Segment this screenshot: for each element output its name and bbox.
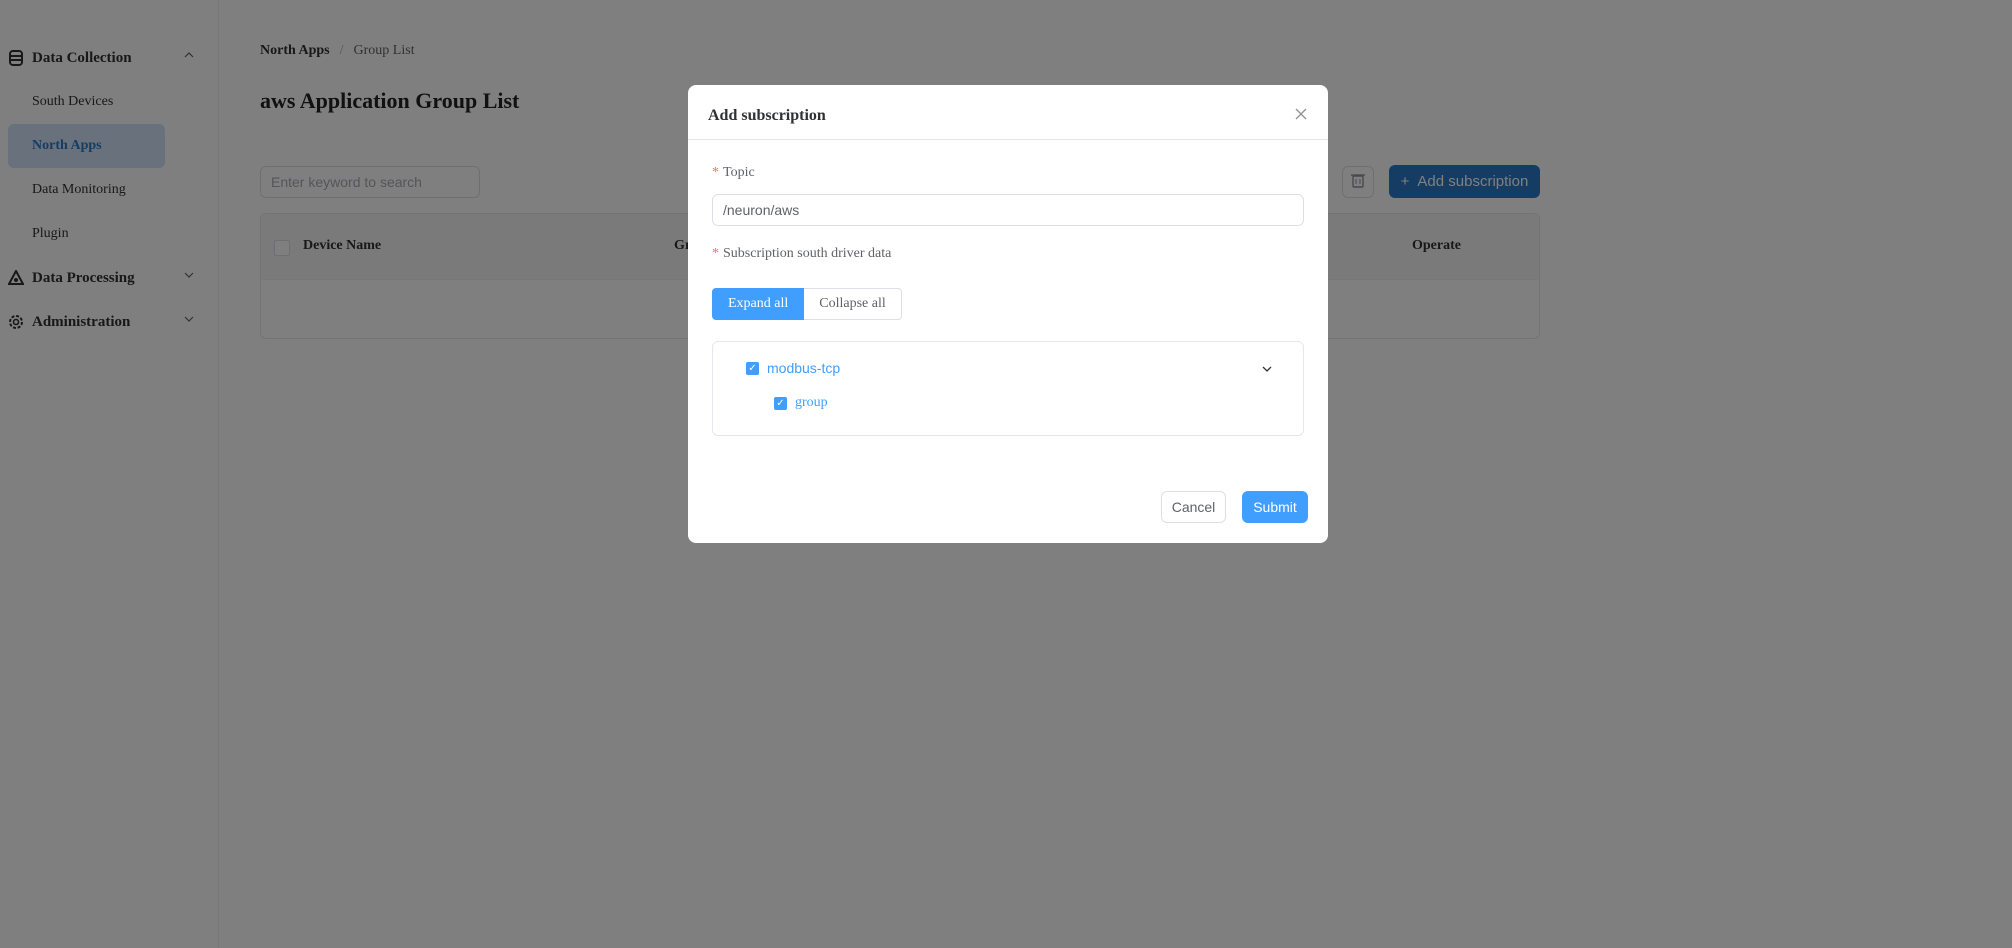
driver-tree: ✓ modbus-tcp ✓ group bbox=[712, 341, 1304, 436]
expand-all-button[interactable]: Expand all bbox=[712, 288, 805, 320]
collapse-all-button[interactable]: Collapse all bbox=[804, 288, 902, 320]
required-mark: * bbox=[712, 246, 719, 261]
tree-node-label: modbus-tcp bbox=[767, 360, 841, 376]
topic-input[interactable] bbox=[712, 194, 1304, 226]
dialog-header: Add subscription bbox=[688, 85, 1328, 140]
tree-node-modbus-tcp[interactable]: ✓ modbus-tcp bbox=[746, 360, 840, 376]
expand-collapse-group: Expand all Collapse all bbox=[712, 288, 902, 320]
topic-label: * Topic bbox=[712, 165, 755, 181]
checkbox-checked[interactable]: ✓ bbox=[746, 361, 759, 375]
required-mark: * bbox=[712, 165, 719, 180]
close-icon[interactable] bbox=[1294, 107, 1308, 121]
dialog-title: Add subscription bbox=[708, 107, 826, 124]
topic-label-text: Topic bbox=[723, 165, 755, 180]
subscription-label: * Subscription south driver data bbox=[712, 246, 891, 262]
chevron-down-icon[interactable] bbox=[1261, 362, 1273, 374]
submit-button[interactable]: Submit bbox=[1242, 491, 1308, 523]
cancel-button[interactable]: Cancel bbox=[1161, 491, 1226, 523]
tree-node-label: group bbox=[795, 395, 828, 410]
checkbox-checked[interactable]: ✓ bbox=[774, 396, 787, 410]
subscription-label-text: Subscription south driver data bbox=[723, 246, 892, 261]
tree-node-group[interactable]: ✓ group bbox=[774, 395, 828, 411]
add-subscription-dialog: Add subscription * Topic * Subscription so… bbox=[688, 85, 1328, 543]
